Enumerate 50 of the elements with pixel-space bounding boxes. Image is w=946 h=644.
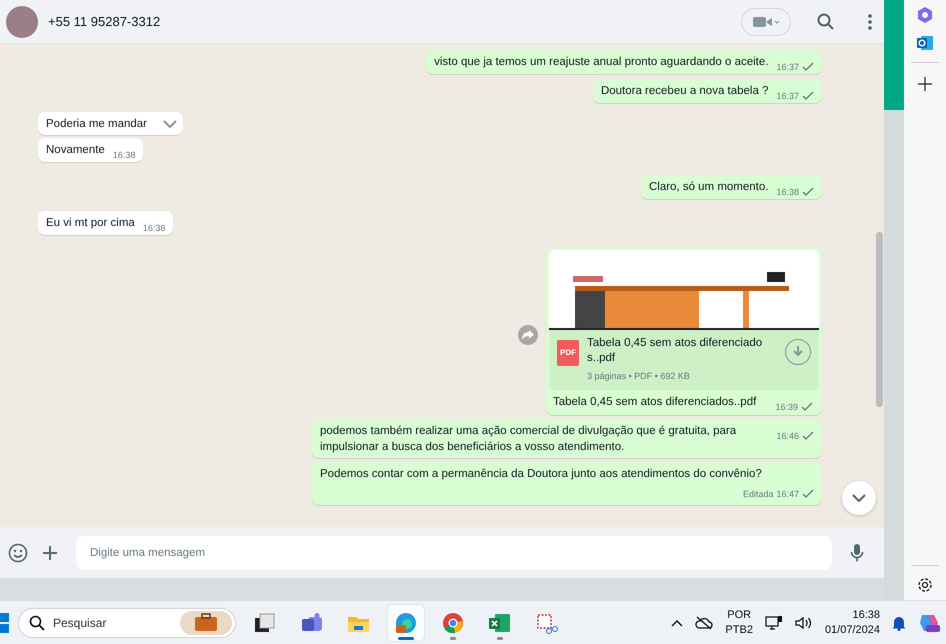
chevron-down-icon <box>852 494 866 502</box>
search-icon <box>29 614 45 630</box>
forward-arrow-icon <box>522 330 534 340</box>
settings-icon[interactable] <box>916 576 934 594</box>
document-caption: Tabela 0,45 sem atos diferenciados..pdf <box>553 396 756 408</box>
outlook-icon[interactable] <box>916 34 934 52</box>
emoji-icon[interactable] <box>8 542 28 562</box>
message-text: Poderia me mandar <box>46 118 147 130</box>
message-text: Eu vi mt por cima <box>46 217 135 229</box>
start-icon[interactable] <box>0 612 10 634</box>
cloud-off-icon[interactable] <box>695 616 714 630</box>
video-call-button[interactable] <box>741 8 791 36</box>
video-camera-icon <box>753 16 779 28</box>
chevron-up-icon[interactable] <box>671 618 684 626</box>
message-time: 16:38 <box>142 222 166 235</box>
message-text: Podemos contar com a permanência da Doutora junto aos atendimentos do convênio? <box>320 468 762 480</box>
file-name: Tabela 0,45 sem atos diferenciado s..pdf <box>587 336 764 366</box>
plus-icon[interactable] <box>42 544 58 560</box>
contact-avatar[interactable] <box>6 6 38 38</box>
search-icon[interactable] <box>817 13 834 30</box>
message-text: visto que ja temos um reajuste anual pronto aguardando o aceite. <box>434 56 768 68</box>
message-time: 16:47 <box>776 488 799 500</box>
microphone-icon[interactable] <box>850 542 864 562</box>
pdf-file-icon: PDF <box>557 340 579 366</box>
scrollbar-thumb[interactable] <box>876 232 883 407</box>
message-text: Novamente <box>46 144 105 156</box>
message-time: 16:37 <box>776 61 799 74</box>
menu-icon[interactable] <box>868 14 872 30</box>
message-time: 16:46 <box>776 430 799 442</box>
scroll-down-button[interactable] <box>842 481 876 515</box>
message-text: Doutora recebeu a nova tabela ? <box>600 85 768 97</box>
network-icon[interactable] <box>764 614 783 630</box>
download-arrow-icon <box>793 346 803 358</box>
briefcase-icon <box>180 610 232 634</box>
clock[interactable]: 16:38 01/07/2024 <box>824 608 880 638</box>
edited-label: Editada <box>742 488 774 500</box>
edge-icon[interactable] <box>388 604 424 640</box>
speaker-icon[interactable] <box>794 616 813 630</box>
message-time: 16:38 <box>776 186 799 199</box>
message-input[interactable]: Digite uma mensagem <box>76 536 832 570</box>
file-details: 3 páginas • PDF • 692 KB <box>587 370 691 383</box>
add-icon[interactable] <box>918 77 932 91</box>
message-time: 16:37 <box>776 90 799 103</box>
message-text: podemos também realizar uma ação comercial de divulgação que é gratuita, para impulsionar a busca dos beneficiários a vosso atendimento. <box>320 424 736 452</box>
message-time: 16:39 <box>775 400 798 414</box>
keyboard-language[interactable]: POR PTB2 <box>725 608 753 638</box>
taskbar-search-field[interactable]: Pesquisar <box>18 608 236 638</box>
bell-icon[interactable] <box>892 614 906 630</box>
message-text: Claro, só um momento. <box>648 181 768 193</box>
message-time: 16:38 <box>112 149 136 162</box>
